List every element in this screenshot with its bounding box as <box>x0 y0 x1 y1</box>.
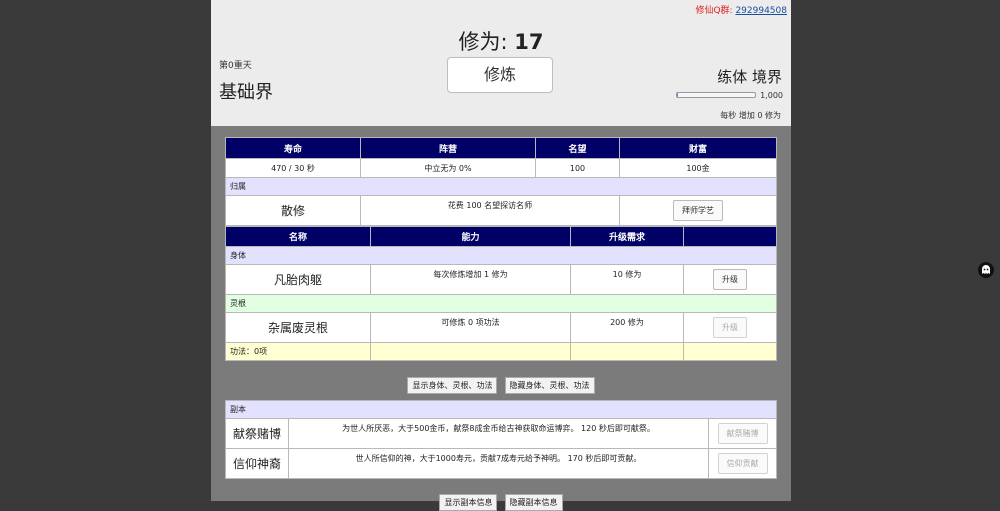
qq-group: 修仙Q群: 292994508 <box>695 3 787 16</box>
body-name: 凡胎肉躯 <box>225 264 371 295</box>
top-banner <box>341 0 641 2</box>
header-name: 名称 <box>225 226 371 247</box>
wealth-value: 100金 <box>619 158 777 178</box>
affiliation-desc: 花费 100 名望探访名师 <box>360 195 620 226</box>
ability-toggles: 显示身体、灵根、功法 隐藏身体、灵根、功法 <box>211 373 791 394</box>
show-dungeon-button[interactable]: 显示副本信息 <box>439 494 498 511</box>
dungeon-section: 副本 <box>225 400 777 419</box>
ghost-icon[interactable] <box>978 262 994 278</box>
header-ability: 能力 <box>370 226 571 247</box>
dungeon-table: 副本 献祭赌博 为世人所厌恶，大于500金币，献祭8成金币给古神获取命运博弈。 … <box>225 400 777 479</box>
per-second-rate: 每秒 增加 0 修为 <box>720 111 781 120</box>
body-section: 身体 <box>225 246 777 265</box>
progress-max: 1,000 <box>760 91 783 100</box>
realm-name: 基础界 <box>219 82 273 103</box>
header-lifespan: 寿命 <box>225 137 361 159</box>
progress-bar <box>676 92 756 98</box>
affiliation-section: 归属 <box>225 177 777 196</box>
faith-contribute-button[interactable]: 信仰贡献 <box>717 453 768 474</box>
affiliation-name: 散修 <box>225 195 361 226</box>
body-ability: 每次修炼增加 1 修为 <box>370 264 571 295</box>
show-abilities-button[interactable]: 显示身体、灵根、功法 <box>407 377 498 394</box>
header-requirement: 升级需求 <box>570 226 684 247</box>
apprentice-button[interactable]: 拜师学艺 <box>673 200 723 221</box>
header-panel: 修仙Q群: 292994508 修为: 17 修炼 第0重天 基础界 练体 境界… <box>211 0 791 126</box>
header-fame: 名望 <box>535 137 620 159</box>
progress-bar-fill <box>677 93 679 97</box>
root-upgrade-button[interactable]: 升级 <box>713 317 747 338</box>
root-ability: 可修炼 0 项功法 <box>370 312 571 343</box>
cultivation-display: 修为: 17 <box>211 26 791 56</box>
header-wealth: 财富 <box>619 137 777 159</box>
stats-table: 寿命 阵营 名望 财富 470 / 30 秒 中立无为 0% 100 100金 … <box>225 137 777 226</box>
realm-stage: 练体 境界 <box>717 68 782 86</box>
abilities-table: 名称 能力 升级需求 身体 凡胎肉躯 每次修炼增加 1 修为 10 修为 升级 … <box>225 226 777 361</box>
lifespan-value: 470 / 30 秒 <box>225 158 361 178</box>
dungeon-panel: 副本 献祭赌博 为世人所厌恶，大于500金币，献祭8成金币给古神获取命运博弈。 … <box>225 400 777 479</box>
body-requirement: 10 修为 <box>570 264 684 295</box>
header-empty <box>683 226 777 247</box>
status-panel: 寿命 阵营 名望 财富 470 / 30 秒 中立无为 0% 100 100金 … <box>225 137 777 361</box>
dungeon-desc: 为世人所厌恶，大于500金币，献祭8成金币给古神获取命运博弈。 120 秒后即可… <box>288 418 709 449</box>
body-upgrade-button[interactable]: 升级 <box>713 269 747 290</box>
faction-value: 中立无为 0% <box>360 158 536 178</box>
sacrifice-gamble-button[interactable]: 献祭赌博 <box>717 423 768 444</box>
cultivation-value: 17 <box>514 30 544 54</box>
root-requirement: 200 修为 <box>570 312 684 343</box>
hide-dungeon-button[interactable]: 隐藏副本信息 <box>504 494 563 511</box>
root-section: 灵根 <box>225 294 777 313</box>
qq-label: 修仙Q群: <box>695 6 733 16</box>
dungeon-name: 献祭赌博 <box>225 418 289 449</box>
qq-number-link[interactable]: 292994508 <box>735 6 787 16</box>
cultivation-label: 修为: <box>458 30 508 54</box>
root-name: 杂属废灵根 <box>225 312 371 343</box>
game-page: 修仙Q群: 292994508 修为: 17 修炼 第0重天 基础界 练体 境界… <box>211 0 791 511</box>
dungeon-name: 信仰神裔 <box>225 448 289 479</box>
dungeon-desc: 世人所信仰的神，大于1000寿元，贡献7成寿元给予神明。 170 秒后即可贡献。 <box>288 448 709 479</box>
cultivate-button[interactable]: 修炼 <box>447 57 553 93</box>
header-faction: 阵营 <box>360 137 536 159</box>
techniques-count: 功法：0项 <box>225 342 371 361</box>
fame-value: 100 <box>535 158 620 178</box>
heaven-level: 第0重天 <box>219 61 252 71</box>
hide-abilities-button[interactable]: 隐藏身体、灵根、功法 <box>504 377 595 394</box>
